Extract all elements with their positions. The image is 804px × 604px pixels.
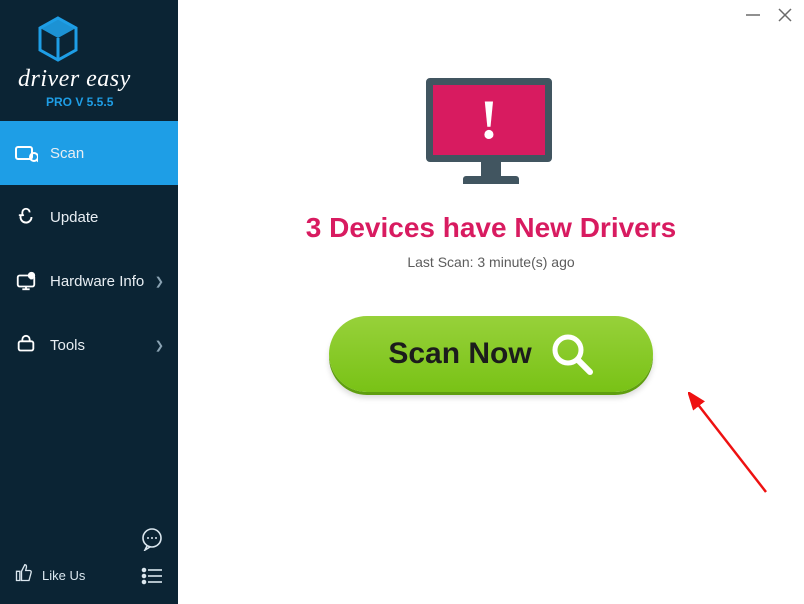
chevron-right-icon: ❯	[155, 275, 164, 288]
exclamation-icon: !	[480, 88, 499, 152]
scan-icon	[14, 141, 38, 165]
nav-label-hardware: Hardware Info	[50, 273, 155, 290]
menu-icon[interactable]	[140, 564, 164, 588]
logo-section: driver easy PRO V 5.5.5	[0, 0, 178, 121]
scan-now-label: Scan Now	[388, 337, 531, 371]
close-button[interactable]	[776, 6, 794, 24]
sidebar-bottom: Like Us	[0, 517, 178, 604]
monitor-illustration: !	[426, 78, 556, 188]
tools-icon	[14, 333, 38, 357]
update-icon	[14, 205, 38, 229]
last-scan-label: Last Scan: 3 minute(s) ago	[407, 254, 574, 270]
thumbs-up-icon	[14, 563, 34, 588]
annotation-arrow	[688, 392, 778, 502]
nav-label-tools: Tools	[50, 337, 155, 354]
nav-item-tools[interactable]: Tools ❯	[0, 313, 178, 377]
titlebar	[744, 6, 794, 24]
nav-item-update[interactable]: Update	[0, 185, 178, 249]
magnifier-icon	[550, 332, 594, 376]
logo-icon	[36, 16, 80, 64]
like-us-label: Like Us	[42, 568, 85, 583]
like-us-button[interactable]: Like Us	[14, 563, 85, 588]
hardware-info-icon: i	[14, 269, 38, 293]
version-label: PRO V 5.5.5	[46, 95, 166, 109]
nav-label-update: Update	[50, 209, 164, 226]
chevron-right-icon: ❯	[155, 339, 164, 352]
nav-label-scan: Scan	[50, 145, 164, 162]
minimize-button[interactable]	[744, 6, 762, 24]
nav-item-scan[interactable]: Scan	[0, 121, 178, 185]
scan-result-headline: 3 Devices have New Drivers	[306, 212, 676, 244]
main-content: ! 3 Devices have New Drivers Last Scan: …	[178, 0, 804, 604]
scan-now-button[interactable]: Scan Now	[329, 316, 653, 392]
sidebar: driver easy PRO V 5.5.5 Scan Update	[0, 0, 178, 604]
brand-name: driver easy	[18, 66, 166, 93]
feedback-icon[interactable]	[140, 527, 164, 551]
nav-item-hardware[interactable]: i Hardware Info ❯	[0, 249, 178, 313]
